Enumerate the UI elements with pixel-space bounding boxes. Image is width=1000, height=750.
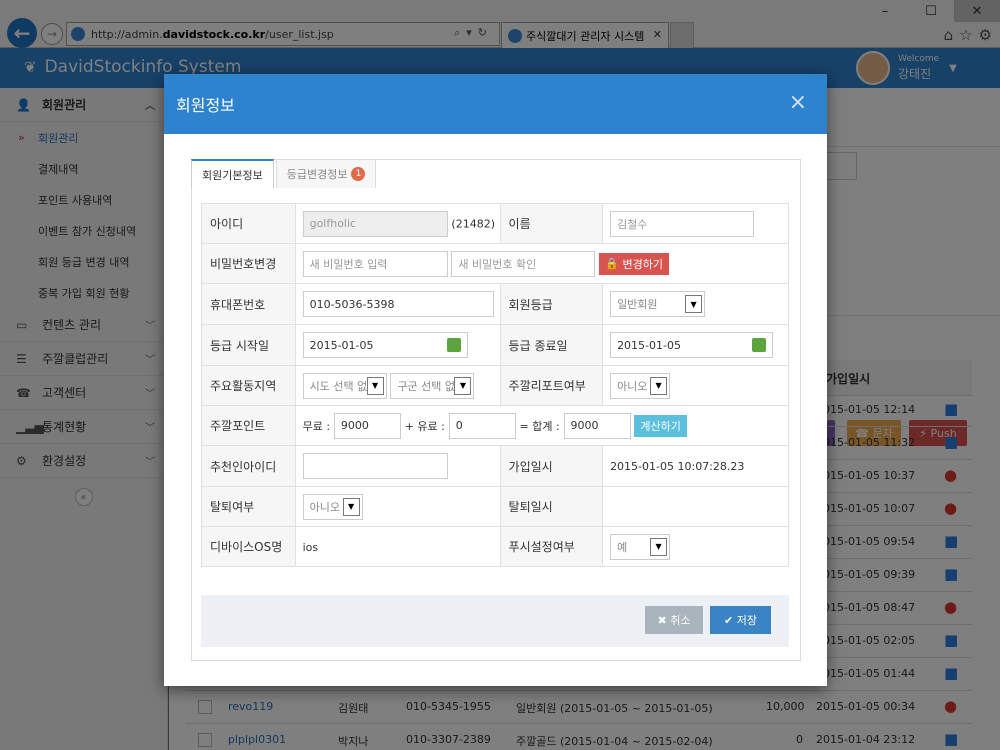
start-date-input[interactable]: 2015-01-05 [302,332,468,358]
push-select-value: 예 [617,540,628,554]
device-os-value: ios [302,540,319,554]
points-total-label: = 합계 : [519,419,560,433]
sido-select[interactable]: 시도 선택 없 ▼ [302,372,387,399]
label-name: 이름 [499,203,604,244]
sido-select-value: 시도 선택 없 [309,379,368,393]
chevron-down-icon: ▼ [366,376,384,395]
calculate-button[interactable]: 계산하기 [634,414,687,437]
chevron-down-icon: ▼ [685,295,703,313]
label-referrer: 추천인아이디 [201,445,296,487]
lock-icon: 🔒 [605,257,623,270]
grade-select-value: 일반회원 [617,298,658,311]
modal-tabs: 회원기본정보 등급변경정보 1 [191,159,378,188]
chevron-down-icon: ▼ [342,497,360,516]
close-icon: ✖ [657,613,671,627]
calendar-icon[interactable] [752,338,767,352]
cancel-button-label: 취소 [670,614,691,627]
id-number: (21482) [451,217,495,230]
referrer-input[interactable] [302,453,448,479]
withdraw-select-value: 아니오 [309,500,340,514]
calendar-icon[interactable] [446,338,461,352]
label-phone: 휴대폰번호 [201,283,296,325]
label-points: 주깔포인트 [201,405,296,446]
report-select-value: 아니오 [617,379,648,393]
grade-select[interactable]: 일반회원 ▼ [610,291,706,317]
label-withdraw-date: 탈퇴일시 [499,486,604,527]
chevron-down-icon: ▼ [650,376,668,395]
tab-grade-history[interactable]: 등급변경정보 1 [275,159,377,188]
confirm-password-input[interactable]: 새 비밀번호 확인 [451,250,596,277]
label-password: 비밀번호변경 [201,243,296,284]
cancel-button[interactable]: ✖ 취소 [645,606,703,634]
points-free-label: 무료 : [302,419,331,433]
points-free-input[interactable]: 9000 [333,412,401,439]
tab-basic-info[interactable]: 회원기본정보 [191,159,274,188]
label-grade: 회원등급 [499,283,604,325]
withdraw-select[interactable]: 아니오 ▼ [302,493,363,520]
label-start-date: 등급 시작일 [201,324,296,366]
label-region: 주요활동지역 [201,365,296,406]
change-password-label: 변경하기 [622,257,663,271]
modal-header: 회원정보 × [164,74,827,134]
tab-grade-label: 등급변경정보 [286,168,348,181]
points-paid-input[interactable]: 0 [448,412,516,439]
chevron-down-icon: ▼ [454,376,472,395]
label-join-date: 가입일시 [499,445,604,487]
check-icon: ✔ [724,613,737,627]
save-button-label: 저장 [736,614,757,627]
label-report: 주깔리포트여부 [499,365,604,406]
new-password-input[interactable]: 새 비밀번호 입력 [302,250,448,277]
chevron-down-icon: ▼ [650,537,668,556]
points-total-input[interactable]: 9000 [563,412,631,439]
end-date-value: 2015-01-05 [617,338,681,352]
close-icon[interactable]: × [789,90,807,115]
label-id: 아이디 [201,203,296,244]
id-field: golfholic [302,210,448,237]
modal-title: 회원정보 [176,96,235,115]
change-password-button[interactable]: 🔒 변경하기 [599,252,669,275]
label-push: 푸시설정여부 [499,526,604,567]
gugun-select[interactable]: 구군 선택 없 ▼ [390,372,475,399]
points-paid-label: + 유료 : [404,419,445,433]
join-date-value: 2015-01-05 10:07:28.23 [610,460,745,473]
label-device-os: 디바이스OS명 [201,526,296,567]
report-select[interactable]: 아니오 ▼ [610,372,671,399]
label-withdraw: 탈퇴여부 [201,486,296,527]
tab-basic-label: 회원기본정보 [202,168,263,182]
save-button[interactable]: ✔ 저장 [710,606,771,634]
label-end-date: 등급 종료일 [499,324,604,366]
modal-footer: ✖ 취소 ✔ 저장 [201,595,789,647]
member-form: 아이디 golfholic (21482) 이름 김철수 비밀번호변경 새 비밀… [201,203,790,567]
tab-badge: 1 [351,167,366,181]
member-info-modal: 회원정보 × 회원기본정보 등급변경정보 1 아이디 golfholic (214… [164,74,827,686]
end-date-input[interactable]: 2015-01-05 [610,332,774,358]
gugun-select-value: 구군 선택 없 [397,379,456,393]
push-select[interactable]: 예 ▼ [610,533,671,560]
name-field[interactable]: 김철수 [610,210,755,237]
phone-field[interactable]: 010-5036-5398 [302,291,494,317]
start-date-value: 2015-01-05 [309,338,374,352]
